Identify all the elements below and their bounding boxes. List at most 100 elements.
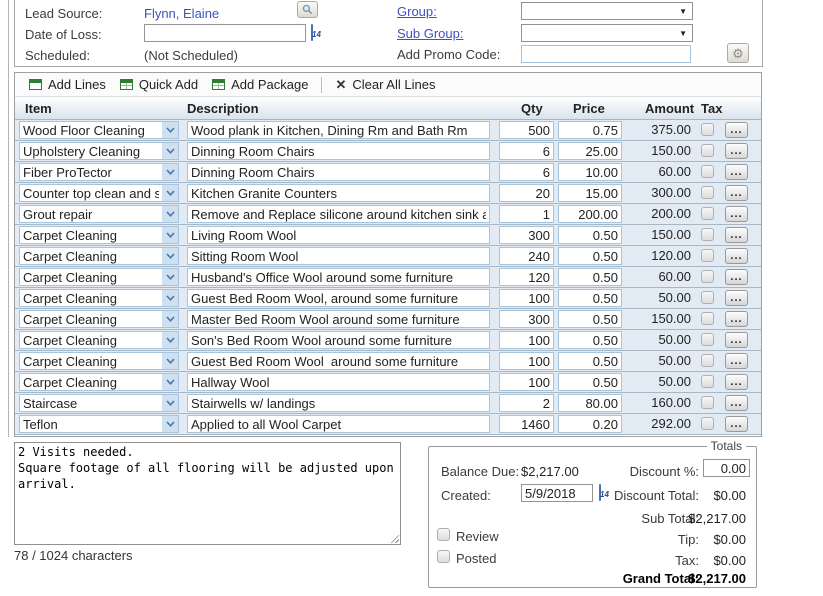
price-input[interactable] [558, 121, 622, 139]
item-dropdown-button[interactable] [162, 310, 179, 328]
description-input[interactable] [187, 268, 490, 286]
created-date-input[interactable] [521, 484, 593, 502]
row-more-button[interactable]: ... [725, 269, 748, 285]
tax-checkbox[interactable] [701, 165, 714, 178]
row-more-button[interactable]: ... [725, 290, 748, 306]
item-select-input[interactable] [19, 289, 163, 307]
price-input[interactable] [558, 184, 622, 202]
price-input[interactable] [558, 226, 622, 244]
description-input[interactable] [187, 331, 490, 349]
item-dropdown-button[interactable] [162, 394, 179, 412]
price-input[interactable] [558, 268, 622, 286]
row-more-button[interactable]: ... [725, 374, 748, 390]
item-dropdown-button[interactable] [162, 205, 179, 223]
item-dropdown-button[interactable] [162, 373, 179, 391]
price-input[interactable] [558, 247, 622, 265]
tax-checkbox[interactable] [701, 354, 714, 367]
tax-checkbox[interactable] [701, 228, 714, 241]
lead-source-search-button[interactable] [297, 1, 318, 18]
item-select-input[interactable] [19, 352, 163, 370]
group-select[interactable]: ▼ [521, 2, 693, 20]
description-input[interactable] [187, 415, 490, 433]
qty-input[interactable] [499, 226, 554, 244]
tax-checkbox[interactable] [701, 291, 714, 304]
description-input[interactable] [187, 310, 490, 328]
price-input[interactable] [558, 310, 622, 328]
row-more-button[interactable]: ... [725, 395, 748, 411]
tax-checkbox[interactable] [701, 333, 714, 346]
qty-input[interactable] [499, 331, 554, 349]
item-select-input[interactable] [19, 268, 163, 286]
calendar-icon[interactable]: 14 [311, 24, 313, 41]
qty-input[interactable] [499, 289, 554, 307]
row-more-button[interactable]: ... [725, 143, 748, 159]
qty-input[interactable] [499, 184, 554, 202]
row-more-button[interactable]: ... [725, 185, 748, 201]
description-input[interactable] [187, 373, 490, 391]
qty-input[interactable] [499, 394, 554, 412]
item-select-input[interactable] [19, 415, 163, 433]
description-input[interactable] [187, 352, 490, 370]
item-select-input[interactable] [19, 226, 163, 244]
quick-add-button[interactable]: Quick Add [113, 75, 205, 94]
qty-input[interactable] [499, 415, 554, 433]
description-input[interactable] [187, 142, 490, 160]
description-input[interactable] [187, 205, 490, 223]
item-select-input[interactable] [19, 142, 163, 160]
item-dropdown-button[interactable] [162, 415, 179, 433]
tax-checkbox[interactable] [701, 144, 714, 157]
description-input[interactable] [187, 247, 490, 265]
tax-checkbox[interactable] [701, 270, 714, 283]
tax-checkbox[interactable] [701, 123, 714, 136]
item-select-input[interactable] [19, 373, 163, 391]
qty-input[interactable] [499, 142, 554, 160]
row-more-button[interactable]: ... [725, 227, 748, 243]
item-dropdown-button[interactable] [162, 289, 179, 307]
item-dropdown-button[interactable] [162, 184, 179, 202]
promo-settings-button[interactable]: ⚙ [727, 43, 749, 63]
tax-checkbox[interactable] [701, 375, 714, 388]
posted-checkbox[interactable] [437, 550, 450, 563]
qty-input[interactable] [499, 205, 554, 223]
item-dropdown-button[interactable] [162, 163, 179, 181]
price-input[interactable] [558, 163, 622, 181]
row-more-button[interactable]: ... [725, 311, 748, 327]
description-input[interactable] [187, 163, 490, 181]
calendar-icon[interactable]: 14 [599, 484, 601, 501]
price-input[interactable] [558, 331, 622, 349]
tax-checkbox[interactable] [701, 207, 714, 220]
date-of-loss-input[interactable] [144, 24, 306, 42]
tax-checkbox[interactable] [701, 249, 714, 262]
sub-group-select[interactable]: ▼ [521, 24, 693, 42]
description-input[interactable] [187, 289, 490, 307]
row-more-button[interactable]: ... [725, 206, 748, 222]
item-select-input[interactable] [19, 394, 163, 412]
price-input[interactable] [558, 373, 622, 391]
notes-textarea[interactable] [14, 442, 401, 545]
description-input[interactable] [187, 226, 490, 244]
item-select-input[interactable] [19, 331, 163, 349]
tax-checkbox[interactable] [701, 186, 714, 199]
discount-pct-input[interactable] [703, 459, 750, 477]
description-input[interactable] [187, 121, 490, 139]
item-dropdown-button[interactable] [162, 247, 179, 265]
qty-input[interactable] [499, 163, 554, 181]
item-select-input[interactable] [19, 247, 163, 265]
qty-input[interactable] [499, 121, 554, 139]
add-package-button[interactable]: Add Package [205, 75, 315, 94]
row-more-button[interactable]: ... [725, 122, 748, 138]
clear-all-lines-button[interactable]: ✕ Clear All Lines [328, 75, 442, 94]
price-input[interactable] [558, 415, 622, 433]
add-lines-button[interactable]: Add Lines [22, 75, 113, 94]
review-checkbox[interactable] [437, 528, 450, 541]
item-dropdown-button[interactable] [162, 226, 179, 244]
item-dropdown-button[interactable] [162, 121, 179, 139]
description-input[interactable] [187, 184, 490, 202]
item-dropdown-button[interactable] [162, 331, 179, 349]
price-input[interactable] [558, 394, 622, 412]
price-input[interactable] [558, 289, 622, 307]
sub-group-link[interactable]: Sub Group: [397, 26, 464, 41]
item-dropdown-button[interactable] [162, 352, 179, 370]
row-more-button[interactable]: ... [725, 332, 748, 348]
item-select-input[interactable] [19, 163, 163, 181]
